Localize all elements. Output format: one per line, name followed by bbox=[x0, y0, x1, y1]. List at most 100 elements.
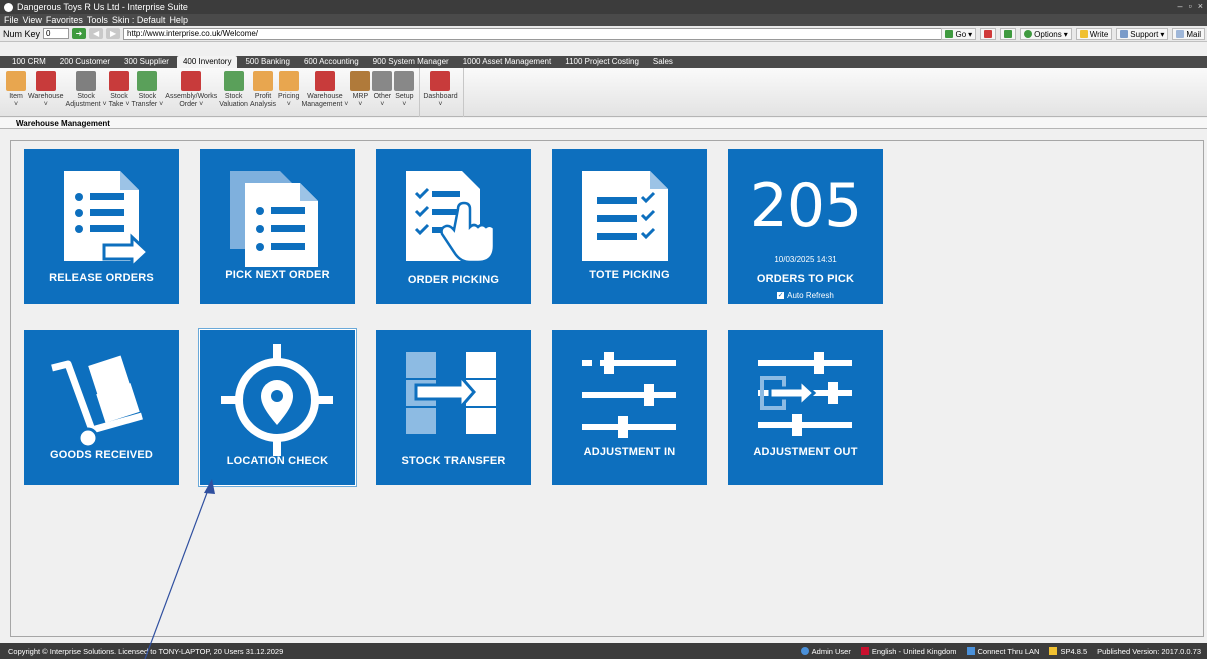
window-titlebar: Dangerous Toys R Us Ltd - Interprise Sui… bbox=[0, 0, 1207, 14]
tile-pick-next-order[interactable]: PICK NEXT ORDER bbox=[200, 149, 355, 304]
go-button[interactable]: Go ▾ bbox=[941, 28, 977, 40]
orders-timestamp: 10/03/2025 14:31 bbox=[774, 255, 837, 264]
ribbon-label: Stock bbox=[138, 93, 157, 100]
status-language-label: English - United Kingdom bbox=[871, 646, 957, 656]
ribbon-sublabel: ˅ bbox=[286, 101, 291, 108]
close-button[interactable]: × bbox=[1198, 1, 1203, 11]
support-button[interactable]: Support ▾ bbox=[1116, 28, 1169, 40]
tile-location-check[interactable]: LOCATION CHECK bbox=[199, 329, 356, 486]
numkey-input[interactable] bbox=[43, 28, 70, 39]
tab-600-accounting[interactable]: 600 Accounting bbox=[298, 56, 365, 68]
ribbon-sublabel: Valuation bbox=[219, 101, 248, 108]
url-input[interactable] bbox=[123, 27, 944, 40]
mail-button[interactable]: Mail bbox=[1172, 28, 1205, 40]
tab-300-supplier[interactable]: 300 Supplier bbox=[118, 56, 175, 68]
back-icon[interactable]: ◀ bbox=[89, 28, 104, 39]
tab-1100-project-costing[interactable]: 1100 Project Costing bbox=[559, 56, 645, 68]
minimize-button[interactable]: – bbox=[1178, 1, 1183, 11]
ribbon-stock-adjustment-button[interactable]: Stock Adjustment ˅ bbox=[66, 68, 107, 109]
warehouse-dashboard: RELEASE ORDERS PICK NEXT ORDER ORDER PIC… bbox=[10, 140, 1204, 637]
stop-button[interactable] bbox=[980, 28, 997, 40]
maximize-button[interactable]: ▫ bbox=[1189, 1, 1192, 11]
menu-favorites[interactable]: Favorites bbox=[46, 15, 83, 25]
ribbon-sublabel: Adjustment ˅ bbox=[65, 101, 107, 108]
ribbon-group: Item ˅ Warehouse ˅ Stock Adjustment ˅ Stock Tak… bbox=[6, 68, 421, 117]
tile-goods-received[interactable]: GOODS RECEIVED bbox=[24, 330, 179, 485]
tile-tote-picking[interactable]: TOTE PICKING bbox=[552, 149, 707, 304]
options-icon bbox=[1024, 30, 1033, 38]
stock-transfer-icon bbox=[137, 71, 158, 91]
ribbon-dashboard-button[interactable]: Dashboard ˅ bbox=[423, 68, 458, 109]
tile-label: TOTE PICKING bbox=[589, 269, 670, 281]
tab-200-customer[interactable]: 200 Customer bbox=[54, 56, 116, 68]
auto-refresh-toggle[interactable]: ✓ Auto Refresh bbox=[728, 291, 883, 300]
ribbon-stock-valuation-button[interactable]: Stock Valuation bbox=[219, 68, 248, 109]
ribbon-label: Assembly/Works bbox=[165, 93, 218, 100]
menu-tools[interactable]: Tools bbox=[87, 15, 108, 25]
menu-view[interactable]: View bbox=[23, 15, 42, 25]
window-title: Dangerous Toys R Us Ltd - Interprise Sui… bbox=[17, 2, 188, 12]
ribbon-label: Stock bbox=[224, 93, 243, 100]
ribbon-sublabel: Analysis bbox=[249, 101, 277, 108]
other-icon bbox=[372, 71, 393, 91]
refresh-button[interactable] bbox=[1000, 28, 1017, 40]
status-language[interactable]: English - United Kingdom bbox=[860, 646, 957, 656]
address-bar: Num Key ➜ ◀ ▶ Go ▾ Options ▾ Write Suppo… bbox=[0, 26, 1207, 42]
tile-adjustment-in[interactable]: ADJUSTMENT IN bbox=[552, 330, 707, 485]
tab-100-crm[interactable]: 100 CRM bbox=[6, 56, 52, 68]
ribbon-mrp-button[interactable]: MRP ˅ bbox=[350, 68, 371, 109]
forward-icon[interactable]: ▶ bbox=[106, 28, 121, 39]
ribbon-toolbar: Item ˅ Warehouse ˅ Stock Adjustment ˅ Stock Tak… bbox=[0, 68, 1207, 117]
stock-valuation-icon bbox=[223, 71, 244, 91]
ribbon-sublabel: ˅ bbox=[380, 101, 385, 108]
tab-sales[interactable]: Sales bbox=[647, 56, 679, 68]
tab-900-system-manager[interactable]: 900 System Manager bbox=[367, 56, 455, 68]
tile-release-orders[interactable]: RELEASE ORDERS bbox=[24, 149, 179, 304]
ribbon-pricing-button[interactable]: Pricing ˅ bbox=[278, 68, 299, 109]
tile-adjustment-out[interactable]: ADJUSTMENT OUT bbox=[728, 330, 883, 485]
refresh-icon bbox=[1004, 30, 1013, 38]
item-icon bbox=[6, 71, 26, 91]
ribbon-label: Item bbox=[9, 93, 23, 100]
ribbon-item-button[interactable]: Item ˅ bbox=[6, 68, 26, 109]
ribbon-warehouse-management-button[interactable]: Warehouse Management ˅ bbox=[301, 68, 348, 109]
go-label: Go bbox=[955, 29, 967, 39]
numkey-go-icon[interactable]: ➜ bbox=[72, 28, 87, 39]
tile-label: STOCK TRANSFER bbox=[401, 455, 506, 467]
ribbon-sublabel: ˅ bbox=[13, 101, 19, 108]
auto-refresh-checkbox[interactable]: ✓ bbox=[777, 292, 785, 299]
write-label: Write bbox=[1089, 29, 1109, 39]
ribbon-sublabel: ˅ bbox=[43, 101, 48, 108]
menu-skin[interactable]: Skin : Default bbox=[112, 15, 166, 25]
status-user[interactable]: Admin User bbox=[800, 647, 851, 656]
tab-400-inventory[interactable]: 400 Inventory bbox=[176, 56, 238, 68]
write-button[interactable]: Write bbox=[1075, 28, 1113, 40]
ribbon-setup-button[interactable]: Setup ˅ bbox=[394, 68, 415, 109]
ribbon-label: Stock bbox=[110, 93, 128, 100]
uk-flag-icon bbox=[860, 647, 869, 655]
tab-500-banking[interactable]: 500 Banking bbox=[239, 56, 295, 68]
tile-order-picking[interactable]: ORDER PICKING bbox=[376, 149, 531, 304]
tab-1000-asset-management[interactable]: 1000 Asset Management bbox=[457, 56, 558, 68]
ribbon-other-button[interactable]: Other ˅ bbox=[372, 68, 393, 109]
ribbon-sublabel: ˅ bbox=[402, 101, 407, 108]
ribbon-stock-take-button[interactable]: Stock Take ˅ bbox=[109, 68, 130, 109]
menu-file[interactable]: File bbox=[4, 15, 19, 25]
stock-take-icon bbox=[109, 71, 130, 91]
menu-help[interactable]: Help bbox=[169, 15, 188, 25]
status-connection[interactable]: Connect Thru LAN bbox=[966, 647, 1039, 656]
adjustment-in-icon bbox=[582, 352, 676, 438]
ribbon-profit-analysis-button[interactable]: Profit Analysis bbox=[250, 68, 276, 109]
tile-stock-transfer[interactable]: STOCK TRANSFER bbox=[376, 330, 531, 485]
tile-label: ORDERS TO PICK bbox=[756, 273, 855, 285]
support-icon bbox=[1120, 30, 1129, 38]
support-label: Support bbox=[1130, 29, 1159, 39]
ribbon-warehouse-button[interactable]: Warehouse ˅ bbox=[28, 68, 64, 109]
mail-label: Mail bbox=[1186, 29, 1201, 39]
ribbon-stock-transfer-button[interactable]: Stock Transfer ˅ bbox=[131, 68, 163, 109]
ribbon-assembly-button[interactable]: Assembly/Works Order ˅ bbox=[165, 68, 217, 109]
tile-label: PICK NEXT ORDER bbox=[225, 269, 330, 281]
tile-orders-to-pick[interactable]: 205 10/03/2025 14:31 ✓ Auto Refresh ORDERS T… bbox=[728, 149, 883, 304]
ribbon-label: Dashboard bbox=[423, 93, 458, 100]
options-button[interactable]: Options ▾ bbox=[1020, 28, 1072, 40]
